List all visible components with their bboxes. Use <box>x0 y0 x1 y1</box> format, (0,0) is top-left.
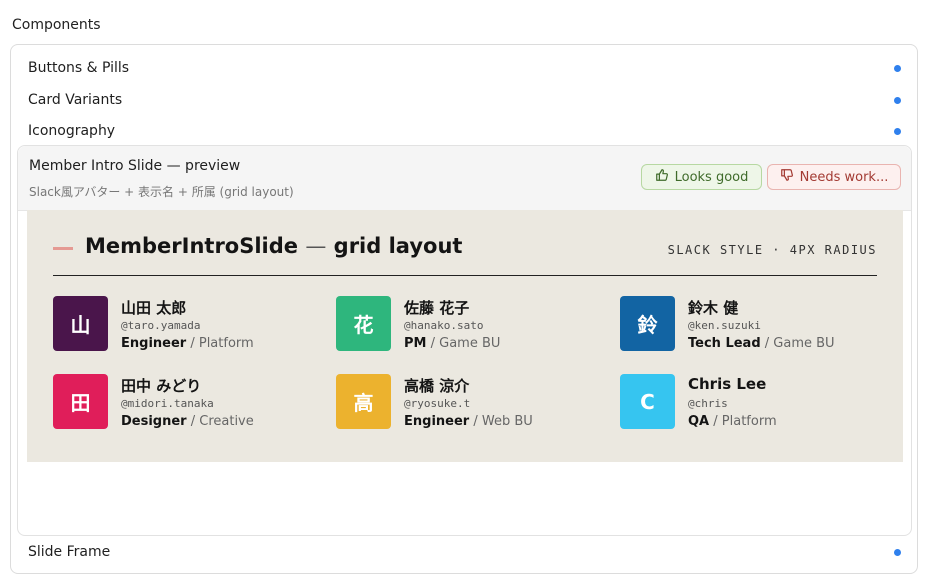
status-dot-icon <box>894 96 901 104</box>
member-name: 高橋 涼介 <box>404 377 470 395</box>
avatar: 山 <box>53 296 108 351</box>
member-role-title: Engineer <box>121 336 187 351</box>
nav-item-label: Slide Frame <box>28 544 111 560</box>
nav-item-label: Buttons & Pills <box>28 60 130 76</box>
expanded-header[interactable]: Member Intro Slide — preview Slack風アバター … <box>18 146 911 211</box>
nav-item-iconography[interactable]: Iconography <box>11 116 917 146</box>
member-handle: @ken.suzuki <box>688 319 761 332</box>
nav-item-slide-frame[interactable]: Slide Frame <box>11 537 917 567</box>
member-dept: / Platform <box>709 414 777 429</box>
avatar: 田 <box>53 374 108 429</box>
member-card: 山山田 太郎 @taro.yamada Engineer / Platform <box>53 296 313 352</box>
thumbs-up-icon <box>655 168 669 186</box>
member-dept-label: Game BU <box>439 336 501 351</box>
preview-divider <box>53 275 877 276</box>
preview-title-main: MemberIntroSlide <box>85 234 299 258</box>
member-role-title: PM <box>404 336 427 351</box>
member-handle: @chris <box>688 397 728 410</box>
member-role-title: Engineer <box>404 414 470 429</box>
preview-title: MemberIntroSlide — grid layout <box>85 234 462 258</box>
member-dept-label: Web BU <box>481 414 533 429</box>
member-card: 田田中 みどり @midori.tanaka Designer / Creative <box>53 374 313 430</box>
member-handle: @hanako.sato <box>404 319 484 332</box>
expanded-subtitle: Slack風アバター + 表示名 + 所属 (grid layout) <box>29 185 294 199</box>
nav-item-buttons-pills[interactable]: Buttons & Pills <box>11 53 917 83</box>
member-card: C Chris Lee @chris QA / Platform <box>620 374 880 430</box>
nav-item-label: Card Variants <box>28 92 123 108</box>
member-role: Designer / Creative <box>121 414 254 429</box>
status-dot-icon <box>894 548 901 556</box>
member-handle: @taro.yamada <box>121 319 201 332</box>
member-role: QA / Platform <box>688 414 777 429</box>
looks-good-button[interactable]: Looks good <box>641 164 762 190</box>
member-dept-label: Platform <box>198 336 254 351</box>
needs-work-label: Needs work... <box>799 169 889 185</box>
member-dept-label: Platform <box>721 414 777 429</box>
preview-title-suffix: grid layout <box>333 234 463 258</box>
member-handle: @ryosuke.t <box>404 397 471 410</box>
member-role-title: Designer <box>121 414 187 429</box>
preview-title-sep: — <box>305 234 327 258</box>
member-role: Engineer / Platform <box>121 336 254 351</box>
avatar: 鈴 <box>620 296 675 351</box>
member-dept: / Creative <box>186 414 254 429</box>
member-name: 山田 太郎 <box>121 299 187 317</box>
member-card: 花佐藤 花子 @hanako.sato PM / Game BU <box>336 296 596 352</box>
avatar: C <box>620 374 675 429</box>
nav-item-label: Iconography <box>28 123 116 139</box>
member-dept: / Platform <box>186 336 254 351</box>
member-handle: @midori.tanaka <box>121 397 214 410</box>
looks-good-label: Looks good <box>674 169 749 185</box>
member-dept-label: Creative <box>199 414 254 429</box>
member-dept-label: Game BU <box>773 336 835 351</box>
member-intro-preview: MemberIntroSlide — grid layout SLACK STY… <box>27 210 903 462</box>
thumbs-down-icon <box>780 168 794 186</box>
member-dept: / Web BU <box>469 414 533 429</box>
nav-item-card-variants[interactable]: Card Variants <box>11 85 917 115</box>
member-name: 佐藤 花子 <box>404 299 470 317</box>
member-name: 田中 みどり <box>121 377 202 395</box>
expanded-item-member-intro: Member Intro Slide — preview Slack風アバター … <box>17 145 912 536</box>
member-role: Tech Lead / Game BU <box>688 336 835 351</box>
avatar: 高 <box>336 374 391 429</box>
member-dept: / Game BU <box>760 336 835 351</box>
member-role: Engineer / Web BU <box>404 414 533 429</box>
member-dept: / Game BU <box>426 336 501 351</box>
status-dot-icon <box>894 127 901 135</box>
needs-work-button[interactable]: Needs work... <box>767 164 901 190</box>
member-card: 高高橋 涼介 @ryosuke.t Engineer / Web BU <box>336 374 596 430</box>
member-role-title: Tech Lead <box>688 336 761 351</box>
title-accent-bar <box>53 247 73 250</box>
avatar: 花 <box>336 296 391 351</box>
member-role-title: QA <box>688 414 710 429</box>
member-name: Chris Lee <box>688 375 767 393</box>
member-role: PM / Game BU <box>404 336 500 351</box>
preview-style-tag: SLACK STYLE · 4PX RADIUS <box>667 243 877 257</box>
status-dot-icon <box>894 64 901 72</box>
member-card: 鈴鈴木 健 @ken.suzuki Tech Lead / Game BU <box>620 296 880 352</box>
components-panel: Buttons & Pills Card Variants Iconograph… <box>10 44 918 574</box>
expanded-title: Member Intro Slide — preview <box>29 158 241 174</box>
member-name: 鈴木 健 <box>688 299 739 317</box>
page-title: Components <box>12 17 101 33</box>
